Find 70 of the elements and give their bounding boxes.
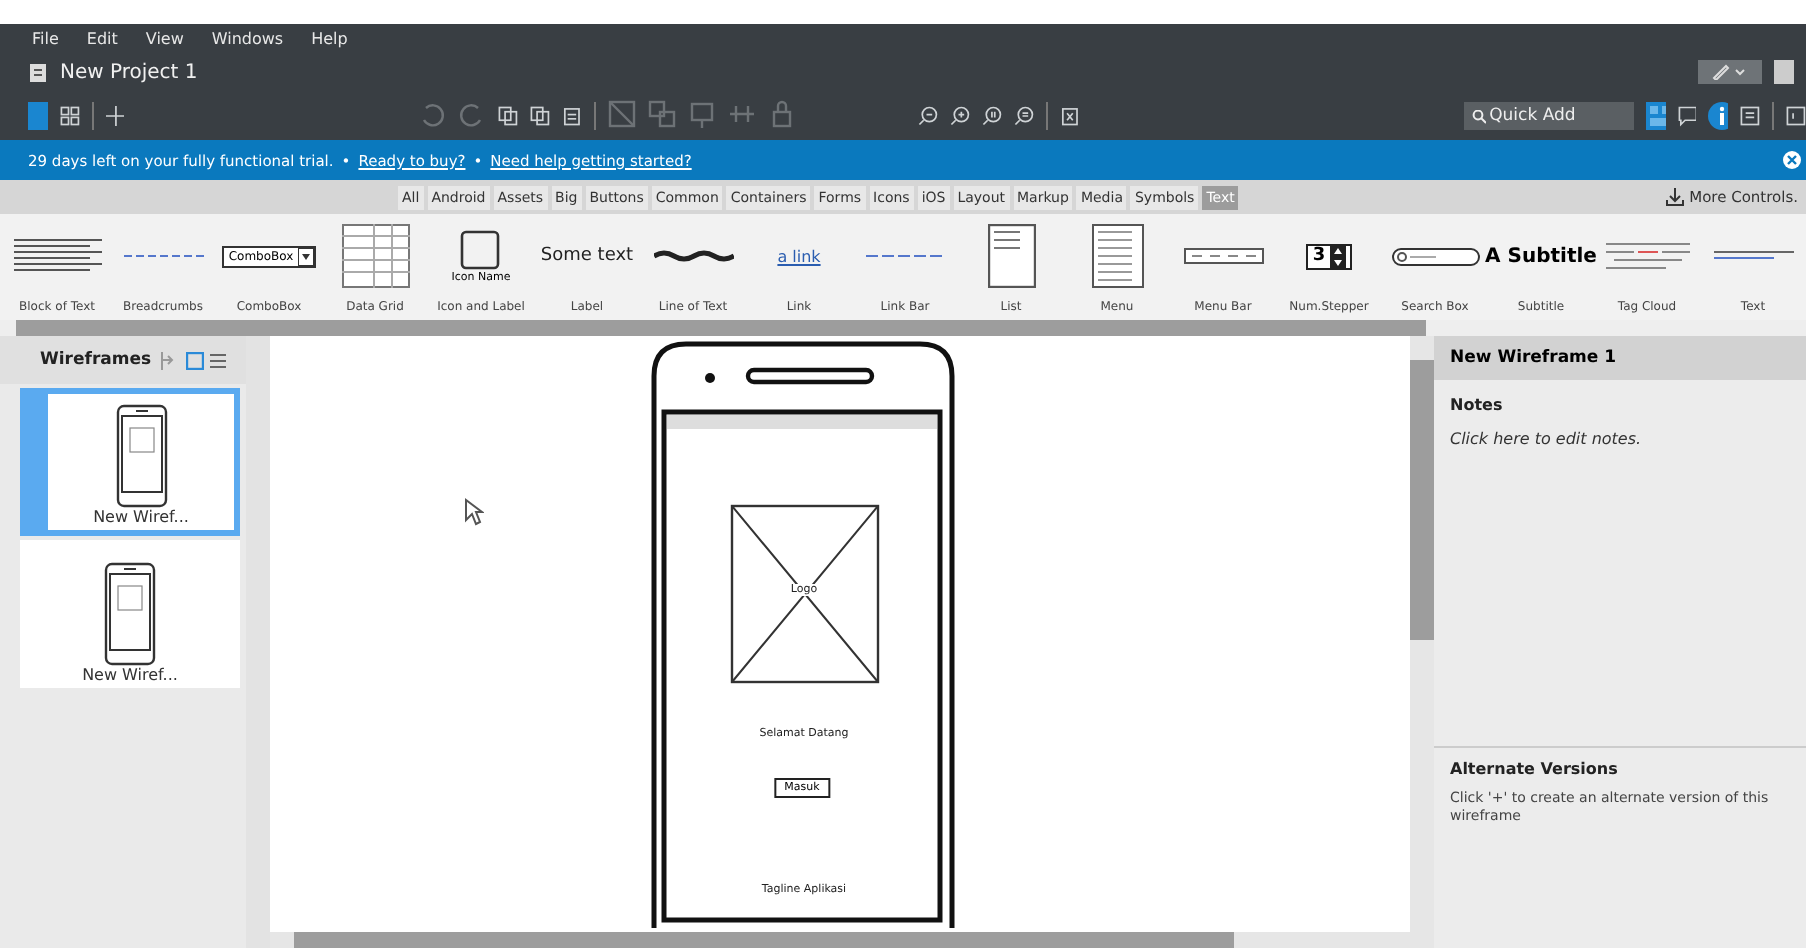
text-lines-icon (1713, 248, 1793, 264)
scrollbar[interactable] (1410, 336, 1434, 948)
pen-dropdown-button[interactable] (1698, 60, 1762, 84)
plus-icon[interactable] (105, 102, 125, 130)
notes-placeholder[interactable]: Click here to edit notes. (1450, 430, 1790, 448)
menu-icon (1091, 224, 1143, 288)
square-icon (460, 229, 501, 269)
list-view-icon[interactable] (209, 351, 227, 369)
menu-item[interactable]: Windows (211, 29, 284, 47)
group-icon[interactable] (607, 99, 636, 127)
ungroup-icon[interactable] (647, 99, 676, 127)
scrollbar-thumb[interactable] (294, 932, 1234, 948)
search-icon (1463, 102, 1490, 130)
zoom-out-icon[interactable] (918, 102, 939, 130)
scrollbar-thumb[interactable] (16, 320, 1426, 336)
number-stepper-preview: 3 (1306, 243, 1352, 269)
text-block-icon (13, 236, 101, 276)
search-box-icon (1391, 247, 1479, 265)
panel-toggle-icon[interactable] (1785, 102, 1806, 130)
quick-add-field[interactable]: Quick Add (1489, 102, 1634, 130)
stepper-arrows-icon (1329, 245, 1346, 267)
document-icon (28, 61, 48, 83)
info-icon[interactable] (1708, 102, 1729, 130)
properties-icon[interactable] (1740, 102, 1761, 130)
copy-icon[interactable] (498, 102, 519, 130)
menu-item[interactable]: Help (311, 29, 348, 47)
lock-icon[interactable] (767, 99, 796, 127)
scribble-line-icon (653, 250, 733, 262)
sample-subtitle: A Subtitle (1485, 245, 1597, 267)
zoom-fit-icon[interactable] (1014, 102, 1034, 130)
alternates-heading: Alternate Versions (1450, 760, 1620, 778)
menu-item[interactable]: File (32, 29, 59, 47)
thumbnail-view-icon[interactable] (186, 351, 204, 369)
close-icon[interactable] (1782, 150, 1802, 170)
branch-icon[interactable] (157, 351, 175, 369)
zoom-actual-icon[interactable] (982, 102, 1003, 130)
pen-icon (1710, 64, 1750, 80)
menu-bar-icon (1183, 248, 1263, 264)
wireframe-thumbnail[interactable]: New Wiref... (20, 388, 240, 536)
clipboard-icon[interactable] (562, 102, 582, 130)
menu-item[interactable]: Edit (86, 29, 118, 47)
notes-heading: Notes (1450, 396, 1505, 414)
phone-thumbnail-drawing (115, 404, 167, 508)
grid-view-icon[interactable] (59, 102, 80, 130)
menu-item[interactable]: View (145, 29, 184, 47)
align-icon[interactable] (687, 99, 716, 127)
wireframe-thumbnail[interactable]: New Wiref... (20, 540, 240, 688)
breadcrumbs-icon (123, 252, 203, 260)
download-icon[interactable] (1665, 188, 1684, 206)
scrollbar[interactable] (0, 320, 1806, 336)
undo-icon[interactable] (418, 99, 447, 127)
trash-clipboard-icon[interactable] (1059, 102, 1080, 130)
project-title: New Project 1 (60, 61, 200, 83)
zoom-in-icon[interactable] (950, 102, 971, 130)
data-grid-icon (341, 224, 409, 288)
scrollbar-thumb[interactable] (1410, 360, 1434, 640)
scrollbar[interactable] (246, 336, 270, 948)
comment-icon[interactable] (1677, 102, 1697, 130)
link-bar-icon (865, 252, 945, 260)
phone-thumbnail-drawing (104, 562, 156, 666)
tag-cloud-icon (1605, 240, 1689, 272)
dropdown-arrow-icon (297, 247, 314, 265)
sample-label: Some text (540, 246, 634, 266)
grid-view-icon[interactable] (1645, 102, 1666, 130)
cursor-icon (464, 498, 484, 526)
panel-title: Wireframes (40, 350, 152, 370)
redo-icon[interactable] (458, 99, 487, 127)
list-icon (987, 224, 1035, 288)
paste-icon[interactable] (530, 102, 551, 130)
wireframe-title: New Wireframe 1 (1434, 336, 1806, 380)
